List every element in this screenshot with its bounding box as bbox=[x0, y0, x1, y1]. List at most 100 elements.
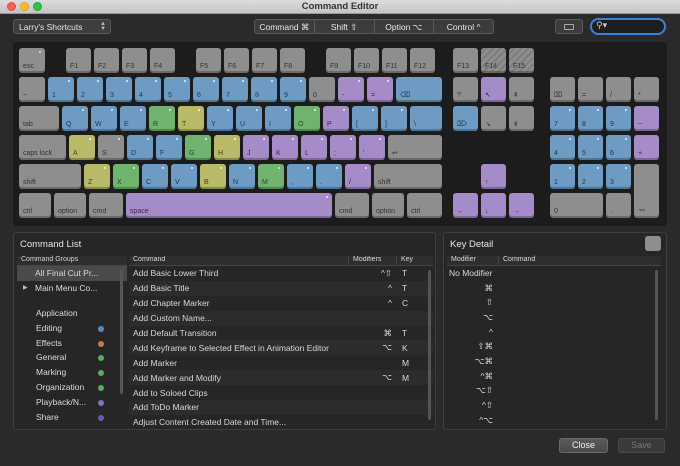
key-u[interactable]: U bbox=[236, 106, 262, 131]
group-organization[interactable]: Organization bbox=[17, 380, 127, 395]
key-detail-scrollbar[interactable] bbox=[655, 270, 658, 420]
key-5[interactable]: 5 bbox=[164, 77, 190, 102]
key-rbracket[interactable]: ] bbox=[381, 106, 407, 131]
key-fwd-delete[interactable]: ⌦ bbox=[453, 106, 478, 131]
list-item[interactable]: ⌥ bbox=[447, 310, 661, 325]
key-a[interactable]: A bbox=[69, 135, 95, 160]
key-num-decimal[interactable]: . bbox=[606, 193, 631, 218]
list-item[interactable]: ^⌥ bbox=[447, 413, 661, 428]
key-ctrl-right[interactable]: ctrl bbox=[407, 193, 442, 218]
key-4[interactable]: 4 bbox=[135, 77, 161, 102]
group-general[interactable]: General bbox=[17, 350, 127, 365]
key-shift-right[interactable]: shift bbox=[374, 164, 442, 189]
key-q[interactable]: Q bbox=[62, 106, 88, 131]
modifier-control-button[interactable]: Control ^ bbox=[434, 20, 493, 33]
key-i[interactable]: I bbox=[265, 106, 291, 131]
key-cmd-right[interactable]: cmd bbox=[335, 193, 369, 218]
key-option-right[interactable]: option bbox=[372, 193, 404, 218]
key-k[interactable]: K bbox=[272, 135, 298, 160]
key-r[interactable]: R bbox=[149, 106, 175, 131]
key-home[interactable]: ↖ bbox=[481, 77, 506, 102]
key-f11[interactable]: F11 bbox=[382, 48, 407, 73]
groups-scrollbar[interactable] bbox=[120, 269, 123, 394]
key-n[interactable]: N bbox=[229, 164, 255, 189]
key-help[interactable]: ? bbox=[453, 77, 478, 102]
table-row[interactable]: Add Chapter Marker ^ C bbox=[129, 296, 433, 311]
key-f8[interactable]: F8 bbox=[280, 48, 305, 73]
table-row[interactable]: Add Custom Name... bbox=[129, 310, 433, 326]
list-item[interactable]: ^⌘ bbox=[447, 369, 661, 384]
key-f3[interactable]: F3 bbox=[122, 48, 147, 73]
key-v[interactable]: V bbox=[171, 164, 197, 189]
key-end[interactable]: ↘ bbox=[481, 106, 506, 131]
key-f10[interactable]: F10 bbox=[354, 48, 379, 73]
key-minus[interactable]: - bbox=[338, 77, 364, 102]
list-item[interactable]: ⌥⇧ bbox=[447, 384, 661, 399]
key-delete[interactable]: ⌫ bbox=[396, 77, 442, 102]
key-f9[interactable]: F9 bbox=[326, 48, 351, 73]
key-8[interactable]: 8 bbox=[251, 77, 277, 102]
key-0[interactable]: 0 bbox=[309, 77, 335, 102]
key-arrow-left[interactable]: ← bbox=[453, 193, 478, 218]
key-ctrl-left[interactable]: ctrl bbox=[19, 193, 51, 218]
group-all-final-cut-pro[interactable]: All Final Cut Pr... bbox=[17, 266, 127, 281]
commands-scrollbar[interactable] bbox=[428, 270, 431, 420]
key-num-7[interactable]: 7 bbox=[550, 106, 575, 131]
key-tab[interactable]: tab bbox=[19, 106, 59, 131]
table-row[interactable]: Add Basic Lower Third ^⇧ T bbox=[129, 266, 433, 281]
key-f7[interactable]: F7 bbox=[252, 48, 277, 73]
key-arrow-up[interactable]: ↑ bbox=[481, 164, 506, 189]
key-1[interactable]: 1 bbox=[48, 77, 74, 102]
modifier-command-button[interactable]: Command ⌘ bbox=[255, 20, 315, 33]
key-9[interactable]: 9 bbox=[280, 77, 306, 102]
key-equals[interactable]: = bbox=[367, 77, 393, 102]
list-item[interactable]: ⌥⌘ bbox=[447, 354, 661, 369]
key-num-equals[interactable]: = bbox=[578, 77, 603, 102]
key-arrow-right[interactable]: → bbox=[509, 193, 534, 218]
column-key[interactable]: Key bbox=[397, 256, 433, 265]
key-f5[interactable]: F5 bbox=[196, 48, 221, 73]
key-comma[interactable]: , bbox=[287, 164, 313, 189]
key-c[interactable]: C bbox=[142, 164, 168, 189]
key-num-3[interactable]: 3 bbox=[606, 164, 631, 189]
key-j[interactable]: J bbox=[243, 135, 269, 160]
group-share[interactable]: Share bbox=[17, 410, 127, 425]
key-num-enter[interactable]: ⌤ bbox=[634, 164, 659, 218]
table-row[interactable]: Add Basic Title ^ T bbox=[129, 280, 433, 296]
key-o[interactable]: O bbox=[294, 106, 320, 131]
search-field[interactable]: ⚲▾ bbox=[590, 18, 666, 35]
column-command[interactable]: Command bbox=[129, 256, 349, 265]
key-num-4[interactable]: 4 bbox=[550, 135, 575, 160]
key-w[interactable]: W bbox=[91, 106, 117, 131]
key-t[interactable]: T bbox=[178, 106, 204, 131]
table-row[interactable]: Add to Soloed Clips bbox=[129, 385, 433, 400]
key-arrow-down[interactable]: ↓ bbox=[481, 193, 506, 218]
key-num-6[interactable]: 6 bbox=[606, 135, 631, 160]
table-row[interactable]: Add Marker M bbox=[129, 355, 433, 370]
key-f15[interactable]: F15 bbox=[509, 48, 534, 73]
key-e[interactable]: E bbox=[120, 106, 146, 131]
key-x[interactable]: X bbox=[113, 164, 139, 189]
key-pagedown[interactable]: ⇟ bbox=[509, 106, 534, 131]
key-s[interactable]: S bbox=[98, 135, 124, 160]
column-modifiers[interactable]: Modifiers bbox=[349, 256, 397, 265]
key-h[interactable]: H bbox=[214, 135, 240, 160]
close-button[interactable]: Close bbox=[559, 438, 608, 453]
key-d[interactable]: D bbox=[127, 135, 153, 160]
group-playback-navigation[interactable]: Playback/N... bbox=[17, 395, 127, 410]
key-num-9[interactable]: 9 bbox=[606, 106, 631, 131]
key-g[interactable]: G bbox=[185, 135, 211, 160]
key-esc[interactable]: esc bbox=[19, 48, 45, 73]
table-row[interactable]: Add ToDo Marker bbox=[129, 400, 433, 415]
key-clear[interactable]: ⌧ bbox=[550, 77, 575, 102]
group-application[interactable]: Application bbox=[17, 306, 127, 321]
key-num-1[interactable]: 1 bbox=[550, 164, 575, 189]
key-cmd-left[interactable]: cmd bbox=[89, 193, 123, 218]
list-item[interactable]: ⇧⌘ bbox=[447, 339, 661, 354]
list-item[interactable]: No Modifier bbox=[447, 266, 661, 281]
key-f[interactable]: F bbox=[156, 135, 182, 160]
key-quote[interactable]: ' bbox=[359, 135, 385, 160]
key-num-0[interactable]: 0 bbox=[550, 193, 603, 218]
list-item[interactable]: ^ bbox=[447, 325, 661, 340]
list-item[interactable]: ⇧ bbox=[447, 295, 661, 310]
